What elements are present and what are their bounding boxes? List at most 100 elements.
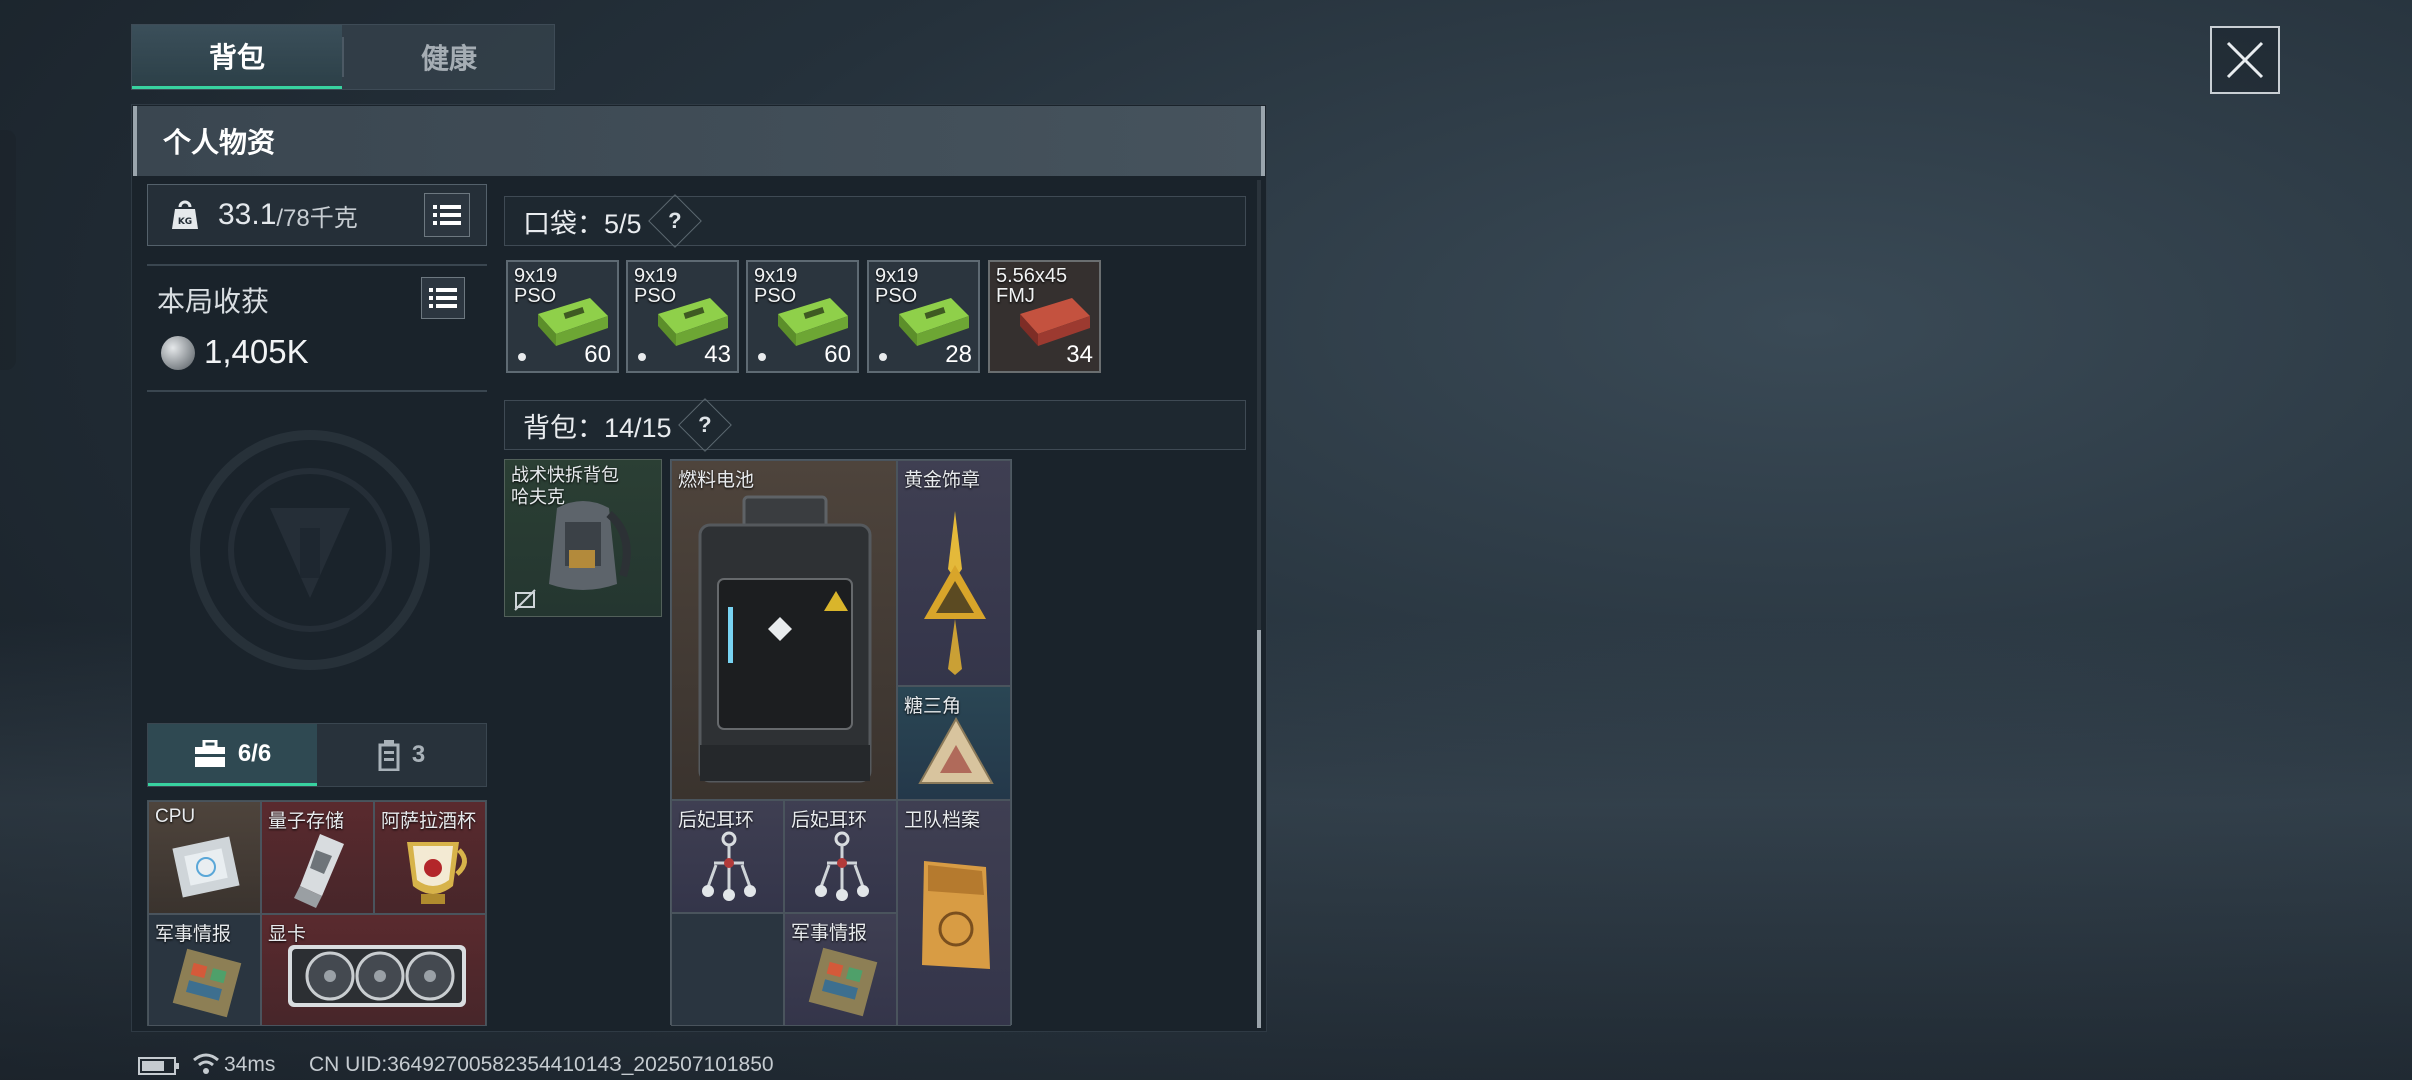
tab-backpack[interactable]: 背包 (132, 25, 342, 89)
container-tab-label: 6/6 (237, 739, 272, 767)
item-consort-earring[interactable]: 后妃耳环 (784, 800, 897, 913)
player-uid: CN UID:3649270058235441014З_202507101850 (309, 1053, 774, 1076)
item-label: 燃料电池 (678, 470, 755, 491)
pocket-ammo-slot[interactable]: 9x19 PSO 60 (506, 260, 619, 373)
circuit-board-icon (172, 948, 242, 1018)
ammo-name: 5.56x45 FMJ (996, 265, 1068, 307)
coin-icon (161, 336, 195, 370)
goblet-icon (407, 842, 467, 904)
ammo-name: 9x19 PSO (754, 265, 798, 307)
item-cpu[interactable]: CPU (148, 801, 261, 914)
weight-row: KG 33.1 /78千克 (147, 184, 487, 246)
pocket-ammo-slot[interactable]: 9x19 PSO 28 (867, 260, 980, 373)
divider (147, 264, 487, 266)
divider (147, 390, 487, 392)
empty-slot[interactable] (671, 913, 784, 1026)
ammo-dot (638, 353, 646, 361)
weight-icon: KG (172, 200, 198, 229)
item-quantum-storage[interactable]: 量子存储 (261, 801, 374, 914)
pockets-help-button[interactable]: ? (647, 194, 702, 248)
gold-badge-icon (924, 511, 986, 675)
panel-header: 个人物资 (133, 106, 1265, 176)
container-tab-safe-box[interactable]: 6/6 (148, 724, 317, 786)
ammo-count: 43 (704, 341, 731, 368)
item-graphics-card[interactable]: 显卡 (261, 914, 486, 1026)
item-guard-archive[interactable]: 卫队档案 (897, 800, 1011, 1026)
list-icon (433, 205, 461, 225)
item-label: 卫队档案 (904, 810, 981, 831)
haul-value: 1,405K (204, 333, 309, 370)
circuit-board-icon (808, 947, 878, 1017)
backpack-bar: 背包：14/15 ? (504, 398, 1246, 452)
toolbox-icon (194, 739, 225, 767)
backpack-icon (549, 501, 631, 590)
weight-max: /78千克 (276, 204, 358, 232)
top-tabs: 背包 健康 (131, 24, 555, 90)
item-label: 后妃耳环 (678, 810, 755, 831)
item-label: 糖三角 (904, 696, 962, 717)
pockets-bar: 口袋：5/5 ? (504, 194, 1246, 248)
cpu-icon (172, 836, 240, 898)
container-tabs: 6/6 3 (147, 723, 487, 787)
backpack-help-button[interactable]: ? (677, 398, 732, 452)
weight-list-button[interactable] (424, 193, 470, 237)
safe-box-grid: CPU 量子存储 阿萨拉酒杯 军事情报 显卡 (147, 800, 487, 1026)
earring-icon (702, 831, 756, 901)
battery-status-icon (138, 1057, 179, 1075)
item-asara-goblet[interactable]: 阿萨拉酒杯 (374, 801, 486, 914)
pocket-ammo-slot[interactable]: 9x19 PSO 43 (626, 260, 739, 373)
ammo-dot (518, 353, 526, 361)
emblem-mark-icon (270, 508, 350, 598)
item-sugar-triangle[interactable]: 糖三角 (897, 686, 1011, 800)
ammo-count: 60 (824, 341, 851, 368)
item-military-intel[interactable]: 军事情报 (784, 913, 897, 1026)
triangle-artifact-icon (918, 716, 994, 784)
item-label: 量子存储 (268, 811, 345, 832)
backpack-label: 背包：14/15 (523, 412, 672, 443)
backpack-grid: 燃料电池 黄金饰章 糖三角 后妃耳环 后妃耳环 卫队档案 军事情报 (670, 459, 1012, 1026)
ammo-count: 28 (945, 341, 972, 368)
ammo-name: 9x19 PSO (514, 265, 558, 307)
ammo-dot (879, 353, 887, 361)
weight-value: 33.1 (218, 198, 277, 231)
container-tab-canister[interactable]: 3 (317, 724, 486, 786)
haul-title: 本局收获 (157, 286, 270, 317)
list-icon (429, 288, 457, 308)
ammo-dot (758, 353, 766, 361)
scrollbar-thumb[interactable] (1257, 630, 1261, 1028)
ammo-count: 60 (584, 341, 611, 368)
ammo-count: 34 (1066, 341, 1093, 368)
help-icon: ? (697, 411, 712, 437)
canister-icon (378, 740, 400, 771)
item-label: CPU (155, 806, 196, 827)
item-military-intel[interactable]: 军事情报 (148, 914, 261, 1026)
pocket-ammo-slot[interactable]: 5.56x45 FMJ 34 (988, 260, 1101, 373)
help-icon: ? (667, 207, 682, 233)
wifi-icon (193, 1053, 219, 1074)
no-stash-icon (514, 589, 536, 611)
item-gold-badge[interactable]: 黄金饰章 (897, 460, 1011, 686)
item-label: 后妃耳环 (791, 810, 868, 831)
item-label: 黄金饰章 (904, 470, 981, 491)
earring-icon (815, 831, 869, 901)
close-button[interactable] (2210, 26, 2280, 94)
ammo-name: 9x19 PSO (634, 265, 678, 307)
side-edge-panel (0, 130, 16, 370)
item-label: 军事情报 (155, 924, 232, 945)
close-icon (2226, 41, 2264, 79)
panel-title: 个人物资 (163, 127, 276, 158)
ammo-name: 9x19 PSO (875, 265, 919, 307)
tab-health[interactable]: 健康 (344, 25, 554, 89)
archive-folder-icon (922, 861, 990, 969)
graphics-card-icon (288, 945, 466, 1007)
item-fuel-battery[interactable]: 燃料电池 (671, 460, 897, 800)
usb-drive-icon (294, 834, 344, 908)
equipped-backpack-slot[interactable]: 战术快拆背包 哈夫克 (504, 459, 662, 617)
pockets-label: 口袋：5/5 (523, 208, 642, 239)
haul-list-button[interactable] (421, 277, 465, 319)
battery-icon (698, 495, 872, 783)
pocket-ammo-slot[interactable]: 9x19 PSO 60 (746, 260, 859, 373)
svg-text:KG: KG (178, 217, 192, 227)
container-tab-label: 3 (411, 741, 426, 768)
item-consort-earring[interactable]: 后妃耳环 (671, 800, 784, 913)
